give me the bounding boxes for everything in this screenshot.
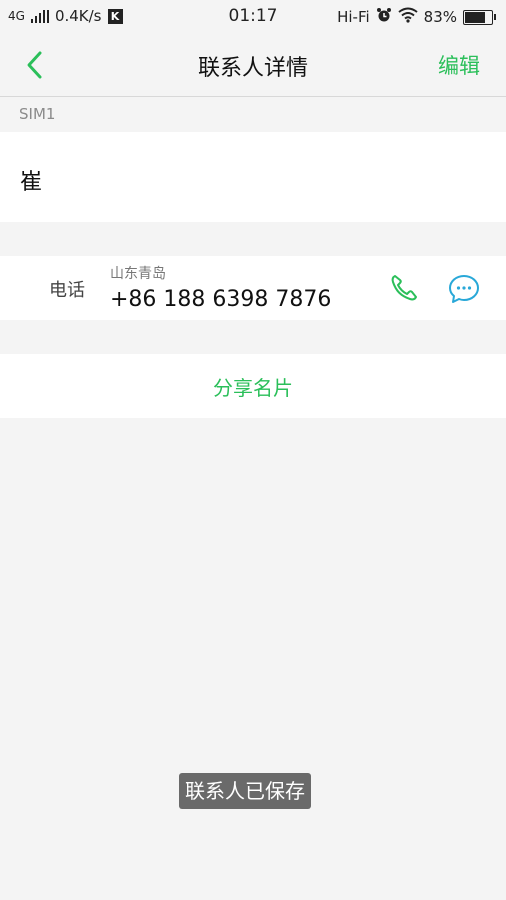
share-card: 分享名片 [0,354,506,418]
message-icon [449,275,479,303]
edit-button[interactable]: 编辑 [438,50,480,80]
sim-label: SIM1 [19,105,56,123]
battery-icon [463,9,496,25]
phone-location: 山东青岛 [110,266,166,282]
page-title: 联系人详情 [197,56,308,81]
phone-icon [391,275,417,301]
status-right: Hi-Fi 83% [337,7,496,27]
battery-percent: 83% [423,8,457,26]
status-bar: 4G 0.4K/s K 01:17 Hi-Fi 83% [0,0,506,34]
nav-bar: 联系人详情 编辑 [0,34,506,97]
contact-name-card: 崔 [0,132,506,222]
phone-number: +86 188 6398 7876 [110,287,332,312]
contact-name: 崔 [20,170,43,195]
message-button[interactable] [447,272,481,306]
hifi-label: Hi-Fi [337,8,370,26]
toast-message: 联系人已保存 [179,773,311,809]
phone-type-label: 电话 [49,280,85,301]
wifi-icon [398,7,418,27]
phone-row[interactable]: 电话 山东青岛 +86 188 6398 7876 [0,256,506,320]
share-contact-button[interactable]: 分享名片 [0,372,506,401]
alarm-icon [376,7,392,27]
call-button[interactable] [388,272,420,304]
